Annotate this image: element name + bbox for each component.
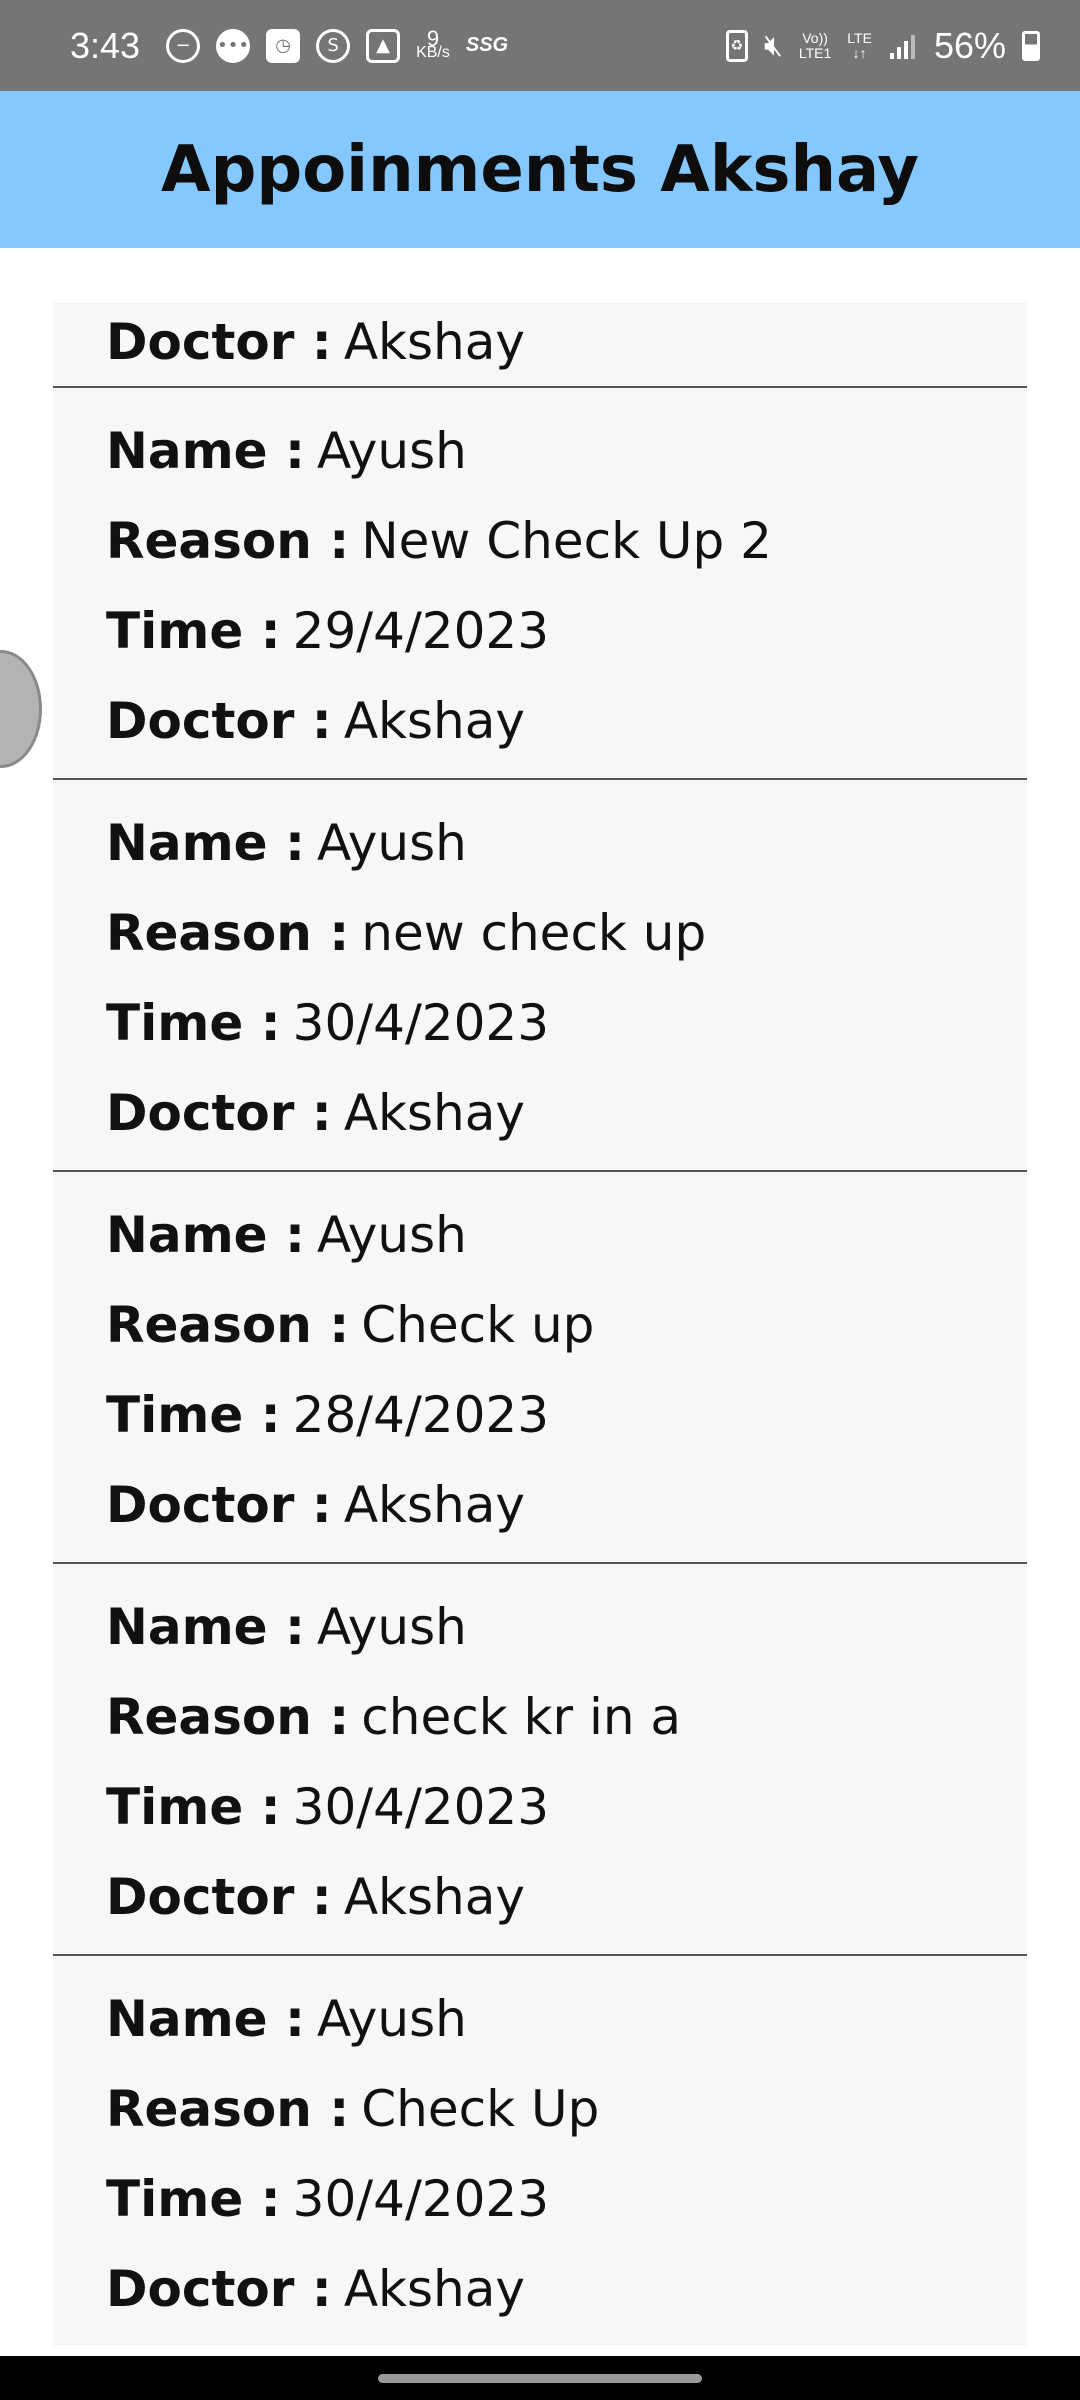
status-time: 3:43	[70, 24, 141, 66]
clock-app-icon: ◷	[266, 28, 301, 63]
name-row: Name : Ayush	[106, 1190, 1027, 1280]
time-label: Time :	[106, 1386, 281, 1444]
name-label: Name :	[106, 814, 305, 872]
doctor-row: Doctor : Akshay	[106, 2244, 1027, 2334]
time-row: Time :28/4/2023	[106, 1370, 1027, 1460]
name-value: Ayush	[317, 422, 467, 480]
reason-value: Check Up	[361, 2080, 600, 2138]
network-speed-unit: KB/s	[416, 43, 450, 61]
reason-label: Reason :	[106, 904, 350, 962]
name-value: Ayush	[317, 1206, 467, 1264]
time-label: Time :	[106, 1778, 281, 1836]
name-row: Name : Ayush	[106, 798, 1027, 888]
name-row: Name : Ayush	[106, 406, 1027, 496]
reason-value: Check up	[361, 1296, 595, 1354]
name-label: Name :	[106, 1206, 305, 1264]
time-row: Time :29/4/2023	[106, 586, 1027, 676]
doctor-value: Akshay	[343, 2260, 525, 2318]
time-row: Time :30/4/2023	[106, 1762, 1027, 1852]
name-value: Ayush	[317, 1598, 467, 1656]
time-value: 28/4/2023	[292, 1386, 550, 1444]
time-value: 30/4/2023	[292, 994, 550, 1052]
navigation-bar	[0, 2356, 1080, 2400]
reason-row: Reason : check kr in a	[106, 1672, 1027, 1762]
doctor-value: Akshay	[343, 313, 525, 371]
lte-bottom: ↓↑	[852, 44, 867, 61]
reason-label: Reason :	[106, 1688, 350, 1746]
time-label: Time :	[106, 994, 281, 1052]
time-value: 30/4/2023	[292, 2170, 550, 2228]
system-icons: ♻ 🔇︎ Vo)) LTE1 LTE ↓↑ 56%	[725, 24, 1040, 67]
doctor-row: Doctor : Akshay	[106, 676, 1027, 766]
home-gesture-pill[interactable]	[378, 2374, 702, 2383]
doctor-row: Doctor : Akshay	[106, 1068, 1027, 1158]
name-value: Ayush	[317, 814, 467, 872]
notification-icons: − ••• ◷ S ▲ 9 KB/s SSG	[166, 27, 509, 63]
doctor-label: Doctor :	[106, 313, 332, 371]
message-icon: •••	[216, 28, 251, 63]
time-label: Time :	[106, 2170, 281, 2228]
appointment-card[interactable]: Name : Ayush Reason : Check Up Time :30/4/…	[53, 1956, 1027, 2346]
reason-value: New Check Up 2	[361, 512, 772, 570]
time-row: Time :30/4/2023	[106, 978, 1027, 1068]
doctor-row: Doctor : Akshay	[106, 1460, 1027, 1550]
reason-row: Reason : Check up	[106, 1280, 1027, 1370]
doctor-value: Akshay	[343, 1084, 525, 1142]
name-value: Ayush	[317, 1990, 467, 2048]
reason-row: Reason : new check up	[106, 888, 1027, 978]
signal-icon	[889, 34, 915, 59]
time-label: Time :	[106, 602, 281, 660]
doctor-row: Doctor : Akshay	[106, 1852, 1027, 1942]
doctor-label: Doctor :	[106, 1868, 332, 1926]
doctor-value: Akshay	[343, 1476, 525, 1534]
s-app-icon: S	[316, 28, 351, 63]
status-bar: 3:43 − ••• ◷ S ▲ 9 KB/s SSG ♻ 🔇︎ Vo)) LT…	[0, 0, 1080, 91]
doctor-value: Akshay	[343, 1868, 525, 1926]
battery-saver-icon: ♻	[725, 29, 748, 62]
time-value: 29/4/2023	[292, 602, 550, 660]
lte-indicator: LTE ↓↑	[847, 29, 872, 61]
volte-indicator: Vo)) LTE1	[798, 29, 832, 61]
gallery-icon: ▲	[366, 28, 401, 63]
reason-label: Reason :	[106, 1296, 350, 1354]
battery-icon	[1022, 30, 1040, 61]
name-label: Name :	[106, 1598, 305, 1656]
reason-label: Reason :	[106, 2080, 350, 2138]
reason-label: Reason :	[106, 512, 350, 570]
appointments-list[interactable]: Doctor : Akshay Name : Ayush Reason : New …	[53, 302, 1027, 2346]
volte-top: Vo))	[802, 29, 828, 46]
doctor-row: Doctor : Akshay	[106, 302, 1027, 382]
app-bar: Appoinments Akshay	[0, 91, 1080, 248]
volte-bottom: LTE1	[798, 44, 832, 61]
lte-top: LTE	[847, 29, 872, 46]
page-title: Appoinments Akshay	[161, 132, 919, 207]
name-label: Name :	[106, 422, 305, 480]
appointment-card[interactable]: Name : Ayush Reason : Check up Time :28/4/…	[53, 1172, 1027, 1564]
doctor-label: Doctor :	[106, 1084, 332, 1142]
name-label: Name :	[106, 1990, 305, 2048]
carrier-tag: SSG	[465, 34, 509, 56]
reason-value: check kr in a	[361, 1688, 682, 1746]
edge-panel-handle[interactable]	[0, 650, 42, 768]
time-row: Time :30/4/2023	[106, 2154, 1027, 2244]
reason-value: new check up	[361, 904, 707, 962]
doctor-label: Doctor :	[106, 692, 332, 750]
name-row: Name : Ayush	[106, 1974, 1027, 2064]
doctor-label: Doctor :	[106, 1476, 332, 1534]
doctor-label: Doctor :	[106, 2260, 332, 2318]
appointment-card[interactable]: Name : Ayush Reason : check kr in a Time :…	[53, 1564, 1027, 1956]
appointment-card[interactable]: Name : Ayush Reason : new check up Time :3…	[53, 780, 1027, 1172]
network-speed: 9 KB/s	[416, 27, 450, 61]
reason-row: Reason : Check Up	[106, 2064, 1027, 2154]
do-not-disturb-icon: −	[166, 28, 201, 63]
time-value: 30/4/2023	[292, 1778, 550, 1836]
name-row: Name : Ayush	[106, 1582, 1027, 1672]
doctor-value: Akshay	[343, 692, 525, 750]
reason-row: Reason : New Check Up 2	[106, 496, 1027, 586]
appointment-card[interactable]: Name : Ayush Reason : New Check Up 2 Time …	[53, 388, 1027, 780]
mute-icon: 🔇︎	[763, 28, 783, 63]
appointment-card-partial[interactable]: Doctor : Akshay	[53, 302, 1027, 388]
battery-percent: 56%	[933, 24, 1006, 66]
